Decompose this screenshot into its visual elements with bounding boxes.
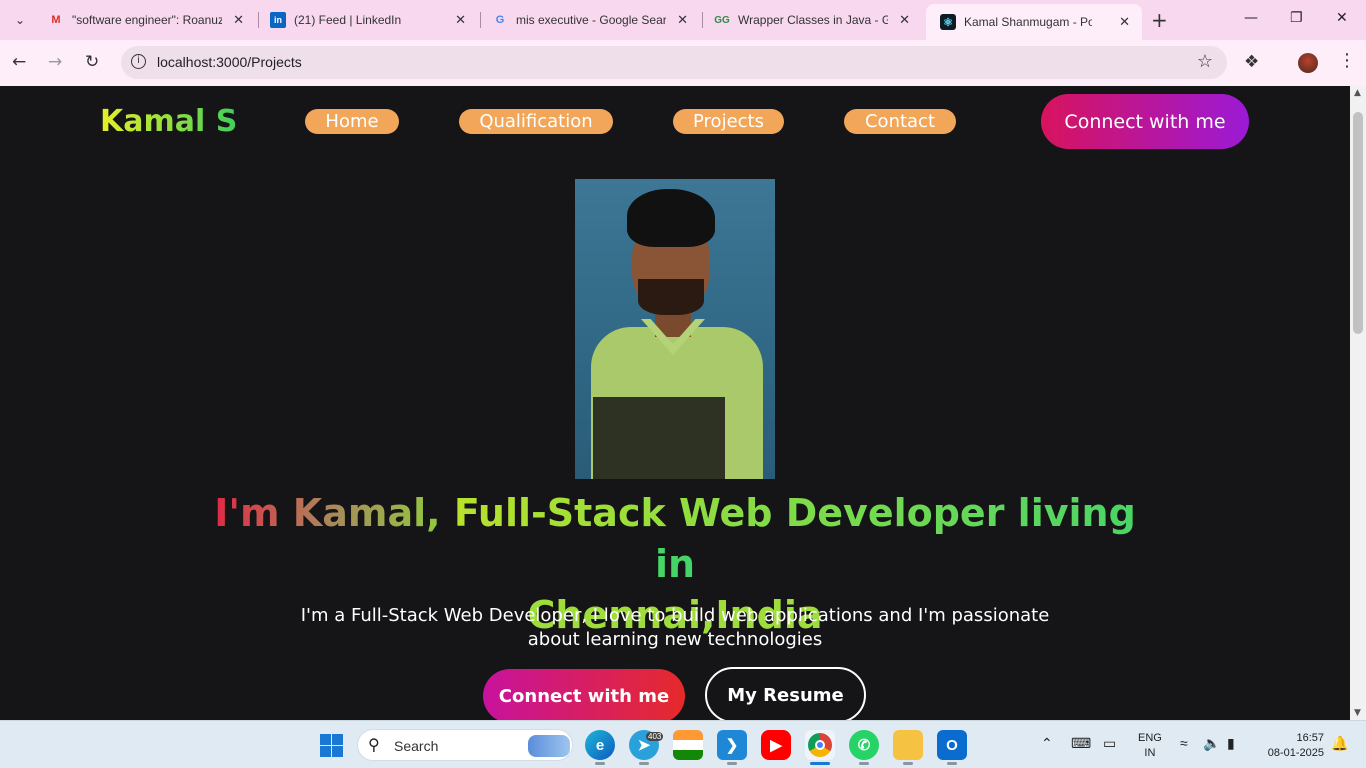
tab-title: Kamal Shanmugam - Portfol xyxy=(964,15,1092,29)
nav-home[interactable]: Home xyxy=(305,109,399,134)
new-tab-plus-icon[interactable]: + xyxy=(1151,8,1168,32)
outlook-running-indicator xyxy=(947,762,957,765)
india-flag-app-icon[interactable] xyxy=(673,730,703,760)
close-tab-icon[interactable]: ✕ xyxy=(899,12,910,28)
profile-avatar[interactable] xyxy=(1298,53,1318,73)
page-scrollbar[interactable]: ▲ ▼ xyxy=(1350,86,1366,720)
chrome-logo xyxy=(808,733,832,757)
file-explorer-icon[interactable] xyxy=(893,730,923,760)
search-icon: ⚲ xyxy=(368,737,380,754)
search-placeholder: Search xyxy=(394,738,439,754)
minimize-icon[interactable]: — xyxy=(1244,10,1258,26)
chrome-active-indicator xyxy=(810,762,830,765)
photo-beard xyxy=(638,279,704,315)
vscode-running-indicator xyxy=(727,762,737,765)
explorer-running-indicator xyxy=(903,762,913,765)
browser-toolbar: ← → ↻ i localhost:3000/Projects ☆ xyxy=(0,40,1366,86)
forward-arrow-icon[interactable]: → xyxy=(48,52,62,72)
connect-with-me-header-button[interactable]: Connect with me xyxy=(1041,94,1249,149)
region-code: IN xyxy=(1144,747,1156,759)
close-tab-icon[interactable]: ✕ xyxy=(455,12,466,28)
notification-bell-icon[interactable]: 🔔 xyxy=(1331,735,1348,752)
scrollbar-thumb[interactable] xyxy=(1353,112,1363,334)
whatsapp-running-indicator xyxy=(859,762,869,765)
url-text[interactable]: localhost:3000/Projects xyxy=(157,54,302,70)
tab-strip: ⌄ M "software engineer": Roanuz ✕ in (21… xyxy=(0,0,1366,40)
youtube-icon[interactable]: ▶ xyxy=(761,730,791,760)
outlook-icon[interactable]: O xyxy=(937,730,967,760)
close-tab-icon[interactable]: ✕ xyxy=(677,12,688,28)
tab-linkedin[interactable]: in (21) Feed | LinkedIn ✕ xyxy=(256,0,478,40)
headline-role: Full-Stack Web Developer living in xyxy=(453,491,1136,586)
taskbar-search-box[interactable]: ⚲ Search xyxy=(357,729,573,761)
tab-title: (21) Feed | LinkedIn xyxy=(294,13,402,27)
display-icon[interactable]: ▭ xyxy=(1103,735,1116,752)
geeksforgeeks-icon: GG xyxy=(714,14,730,26)
nav-qualification[interactable]: Qualification xyxy=(459,109,613,134)
scroll-up-arrow-icon[interactable]: ▲ xyxy=(1354,88,1361,98)
close-tab-icon[interactable]: ✕ xyxy=(1119,14,1130,30)
keyboard-icon[interactable]: ⌨ xyxy=(1071,735,1091,752)
clock[interactable]: 16:57 08-01-2025 xyxy=(1258,731,1324,761)
extensions-puzzle-icon[interactable]: ❖ xyxy=(1244,52,1259,72)
chrome-icon[interactable] xyxy=(805,730,835,760)
bookmark-star-icon[interactable]: ☆ xyxy=(1197,51,1213,72)
hidden-icons-chevron-icon[interactable]: ⌃ xyxy=(1041,735,1053,752)
telegram-running-indicator xyxy=(639,762,649,765)
windows-start-icon[interactable] xyxy=(320,734,343,757)
window-close-icon[interactable]: ✕ xyxy=(1336,10,1348,26)
nav-projects[interactable]: Projects xyxy=(673,109,784,134)
clock-time: 16:57 xyxy=(1296,732,1324,744)
tab-google[interactable]: G mis executive - Google Searc ✕ xyxy=(478,0,700,40)
edge-icon[interactable]: e xyxy=(585,730,615,760)
tab-geeksforgeeks[interactable]: GG Wrapper Classes in Java - Ge ✕ xyxy=(700,0,922,40)
my-resume-button[interactable]: My Resume xyxy=(705,667,866,720)
react-icon: ⚛ xyxy=(940,14,956,30)
windows-taskbar: ⚲ Search e ➤ 403 ❯ ▶ ✆ O ⌃ ⌨ ▭ ENG IN ≈ … xyxy=(0,720,1366,768)
close-tab-icon[interactable]: ✕ xyxy=(233,12,244,28)
gmail-icon: M xyxy=(51,14,61,26)
battery-icon[interactable]: ▮ xyxy=(1227,735,1235,752)
linkedin-icon: in xyxy=(270,12,286,28)
vscode-icon[interactable]: ❯ xyxy=(717,730,747,760)
clock-date: 08-01-2025 xyxy=(1267,747,1324,759)
headline-intro: I'm Kamal, xyxy=(214,491,454,535)
tab-title: mis executive - Google Searc xyxy=(516,13,666,27)
telegram-badge: 403 xyxy=(646,732,664,741)
brand-logo[interactable]: Kamal S xyxy=(100,104,237,139)
hero-subtitle: I'm a Full-Stack Web Developer, I love t… xyxy=(300,605,1050,650)
reload-icon[interactable]: ↻ xyxy=(85,52,99,72)
portfolio-page: Kamal S Home Qualification Projects Cont… xyxy=(0,86,1350,720)
tab-gmail[interactable]: M "software engineer": Roanuz ✕ xyxy=(34,0,256,40)
photo-shirt-panel xyxy=(593,397,725,479)
tab-portfolio[interactable]: ⚛ Kamal Shanmugam - Portfol ✕ xyxy=(926,4,1142,40)
address-bar[interactable]: i localhost:3000/Projects ☆ xyxy=(121,46,1227,79)
search-highlight-image xyxy=(528,735,570,757)
tab-search-chevron-icon[interactable]: ⌄ xyxy=(6,8,34,32)
language-indicator[interactable]: ENG IN xyxy=(1138,731,1162,761)
language-code: ENG xyxy=(1138,732,1162,744)
whatsapp-icon[interactable]: ✆ xyxy=(849,730,879,760)
back-arrow-icon[interactable]: ← xyxy=(12,52,26,72)
edge-running-indicator xyxy=(595,762,605,765)
tab-title: "software engineer": Roanuz xyxy=(72,13,222,27)
wifi-icon[interactable]: ≈ xyxy=(1180,735,1188,751)
profile-photo xyxy=(575,179,775,479)
browser-menu-icon[interactable]: ⋮ xyxy=(1338,50,1356,71)
volume-icon[interactable]: 🔈 xyxy=(1203,735,1220,752)
restore-icon[interactable]: ❐ xyxy=(1290,10,1303,26)
scroll-down-arrow-icon[interactable]: ▼ xyxy=(1354,708,1361,718)
site-info-icon[interactable]: i xyxy=(131,54,146,69)
photo-hair xyxy=(627,189,715,247)
google-icon: G xyxy=(495,14,505,26)
nav-contact[interactable]: Contact xyxy=(844,109,956,134)
connect-with-me-hero-button[interactable]: Connect with me xyxy=(483,669,685,720)
tab-title: Wrapper Classes in Java - Ge xyxy=(738,13,888,27)
